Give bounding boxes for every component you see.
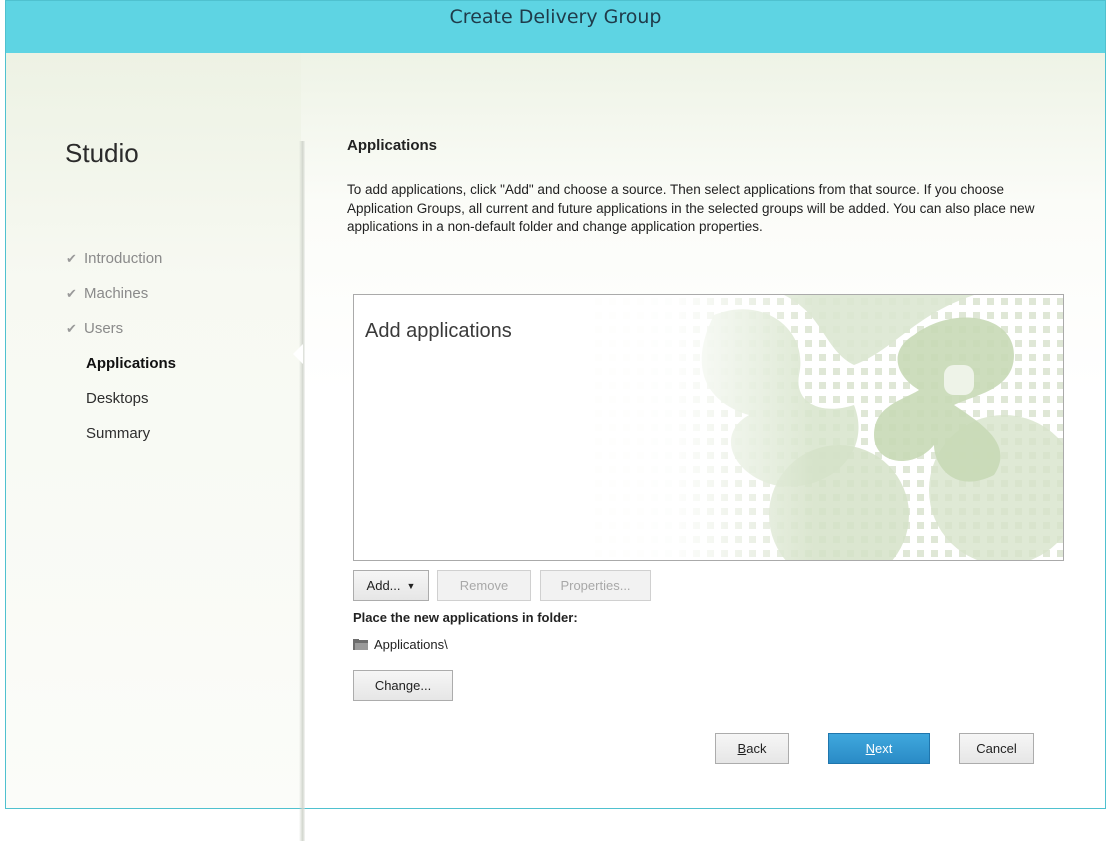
wizard-steps: ✔ Introduction ✔ Machines ✔ Users Applic…: [66, 241, 176, 451]
properties-button[interactable]: Properties...: [540, 570, 651, 601]
check-icon: ✔: [66, 286, 77, 301]
step-label: Users: [84, 320, 124, 337]
folder-label: Place the new applications in folder:: [353, 610, 578, 625]
add-button[interactable]: Add... ▼: [353, 570, 429, 601]
step-label: Introduction: [84, 250, 163, 267]
studio-brand: Studio: [65, 138, 139, 168]
cancel-button-label: Cancel: [976, 741, 1017, 756]
step-users: ✔ Users: [66, 311, 176, 346]
step-introduction: ✔ Introduction: [66, 241, 176, 276]
folder-path-text: Applications\: [374, 637, 448, 652]
step-label: Applications: [86, 355, 177, 372]
back-button[interactable]: Back: [715, 733, 789, 764]
step-machines: ✔ Machines: [66, 276, 176, 311]
step-summary: Summary: [66, 416, 176, 451]
check-icon: ✔: [66, 251, 77, 266]
chevron-down-icon: ▼: [406, 580, 416, 591]
folder-path: Applications\: [353, 637, 448, 652]
page-description: To add applications, click "Add" and cho…: [347, 182, 1035, 234]
step-label: Summary: [86, 425, 151, 442]
next-button[interactable]: Next: [828, 733, 930, 764]
wizard-sidebar: Studio ✔ Introduction ✔ Machines ✔ Users…: [6, 53, 301, 808]
remove-button[interactable]: Remove: [437, 570, 531, 601]
next-button-label: Next: [865, 741, 893, 756]
step-desktops: Desktops: [66, 381, 176, 416]
apps-placeholder: Add applications: [365, 320, 512, 342]
folder-icon: [353, 639, 368, 650]
page-heading: Applications: [347, 137, 438, 154]
step-label: Machines: [84, 285, 149, 302]
applications-list[interactable]: Add applications: [353, 294, 1064, 561]
change-folder-button[interactable]: Change...: [353, 670, 453, 701]
remove-button-label: Remove: [459, 578, 509, 593]
step-applications: Applications: [66, 346, 176, 381]
change-button-label: Change...: [374, 678, 432, 693]
step-label: Desktops: [86, 390, 149, 407]
cancel-button[interactable]: Cancel: [959, 733, 1034, 764]
sidebar-divider: [299, 141, 305, 841]
wizard-window: Create Delivery Group Studio ✔ Introduct…: [5, 0, 1106, 841]
window-title: Create Delivery Group: [449, 6, 662, 28]
current-step-pointer: [293, 344, 303, 364]
back-button-label: Back: [737, 741, 767, 756]
properties-button-label: Properties...: [560, 578, 631, 593]
add-button-label: Add...: [366, 578, 401, 593]
check-icon: ✔: [66, 321, 77, 336]
wizard-body: Studio ✔ Introduction ✔ Machines ✔ Users…: [6, 53, 1105, 841]
